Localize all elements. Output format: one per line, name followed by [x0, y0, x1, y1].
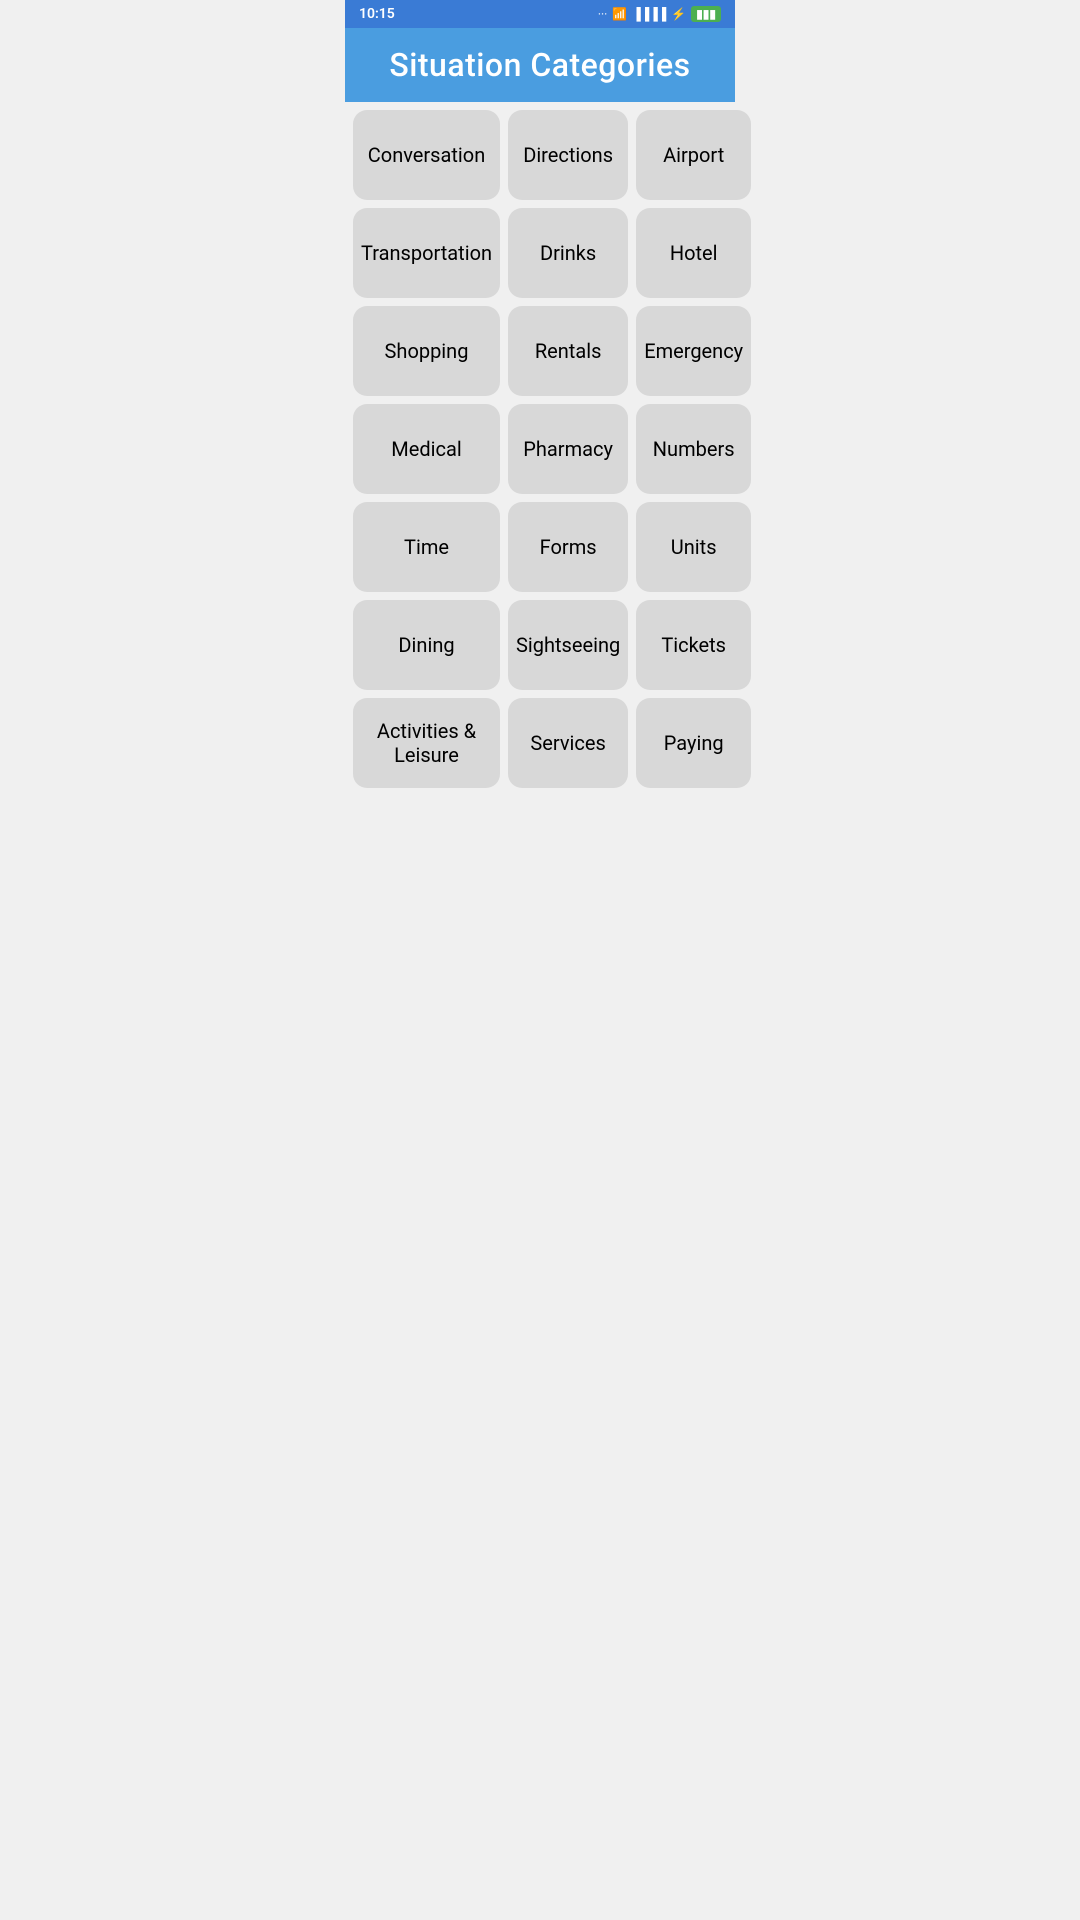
- category-label-drinks: Drinks: [540, 241, 596, 265]
- charging-icon: ⚡: [671, 7, 686, 21]
- category-item-tickets[interactable]: Tickets: [636, 600, 751, 690]
- category-item-dining[interactable]: Dining: [353, 600, 500, 690]
- category-label-paying: Paying: [664, 731, 724, 755]
- category-label-sightseeing: Sightseeing: [516, 633, 620, 657]
- categories-grid: Conversation Directions Airport Transportat…: [345, 102, 735, 796]
- category-item-transportation[interactable]: Transportation: [353, 208, 500, 298]
- battery-icon: ▮▮▮: [691, 6, 721, 22]
- category-item-airport[interactable]: Airport: [636, 110, 751, 200]
- app-header: Situation Categories: [345, 28, 735, 102]
- category-label-medical: Medical: [391, 437, 461, 461]
- category-item-forms[interactable]: Forms: [508, 502, 628, 592]
- category-label-rentals: Rentals: [535, 339, 602, 363]
- category-item-shopping[interactable]: Shopping: [353, 306, 500, 396]
- status-time: 10:15: [359, 6, 395, 22]
- category-label-forms: Forms: [540, 535, 597, 559]
- dots-icon: ···: [598, 7, 607, 21]
- category-label-transportation: Transportation: [361, 241, 492, 265]
- category-item-sightseeing[interactable]: Sightseeing: [508, 600, 628, 690]
- category-label-services: Services: [530, 731, 605, 755]
- category-label-directions: Directions: [523, 143, 613, 167]
- category-item-units[interactable]: Units: [636, 502, 751, 592]
- category-item-time[interactable]: Time: [353, 502, 500, 592]
- wifi-icon: 📶: [612, 7, 627, 21]
- category-label-hotel: Hotel: [670, 241, 718, 265]
- page-title: Situation Categories: [355, 46, 725, 84]
- category-label-numbers: Numbers: [653, 437, 735, 461]
- category-item-services[interactable]: Services: [508, 698, 628, 788]
- category-item-directions[interactable]: Directions: [508, 110, 628, 200]
- category-item-pharmacy[interactable]: Pharmacy: [508, 404, 628, 494]
- category-label-activities-leisure: Activities &Leisure: [377, 719, 476, 767]
- category-item-hotel[interactable]: Hotel: [636, 208, 751, 298]
- category-label-dining: Dining: [398, 633, 454, 657]
- status-bar: 10:15 ··· 📶 ▐▐▐▐ ⚡ ▮▮▮: [345, 0, 735, 28]
- status-icons: ··· 📶 ▐▐▐▐ ⚡ ▮▮▮: [598, 6, 721, 22]
- category-label-units: Units: [671, 535, 717, 559]
- signal-icon: ▐▐▐▐: [632, 7, 666, 21]
- category-item-numbers[interactable]: Numbers: [636, 404, 751, 494]
- category-item-medical[interactable]: Medical: [353, 404, 500, 494]
- category-label-tickets: Tickets: [661, 633, 726, 657]
- empty-area: [345, 796, 735, 1196]
- category-item-paying[interactable]: Paying: [636, 698, 751, 788]
- category-item-activities-leisure[interactable]: Activities &Leisure: [353, 698, 500, 788]
- category-item-emergency[interactable]: Emergency: [636, 306, 751, 396]
- category-label-pharmacy: Pharmacy: [523, 437, 613, 461]
- category-item-drinks[interactable]: Drinks: [508, 208, 628, 298]
- category-item-conversation[interactable]: Conversation: [353, 110, 500, 200]
- category-label-emergency: Emergency: [644, 339, 743, 363]
- category-label-shopping: Shopping: [385, 339, 469, 363]
- category-label-airport: Airport: [663, 143, 724, 167]
- category-label-time: Time: [404, 535, 449, 559]
- category-item-rentals[interactable]: Rentals: [508, 306, 628, 396]
- category-label-conversation: Conversation: [368, 143, 485, 167]
